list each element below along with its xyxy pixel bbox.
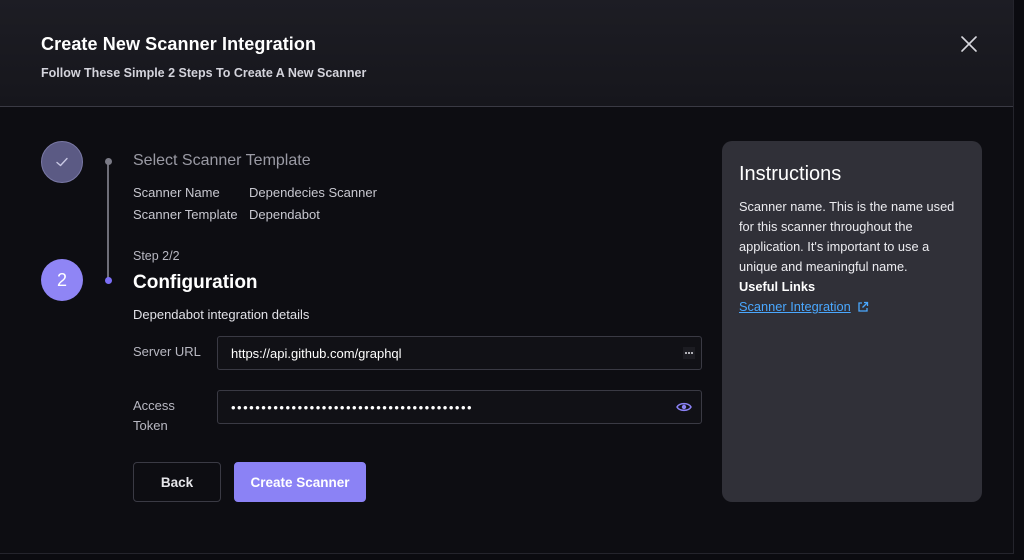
summary-row-scanner-name: Scanner Name Dependecies Scanner (133, 185, 377, 200)
more-options-icon[interactable] (683, 347, 695, 359)
step1-indicator (41, 141, 83, 183)
back-button[interactable]: Back (133, 462, 221, 502)
show-password-icon[interactable] (676, 400, 692, 414)
server-url-label: Server URL (133, 344, 201, 359)
summary-key: Scanner Name (133, 185, 220, 200)
access-token-label: Access Token (133, 398, 175, 433)
server-url-field-wrapper (217, 336, 702, 370)
create-scanner-modal: Create New Scanner Integration Follow Th… (0, 0, 1014, 554)
summary-row-scanner-template: Scanner Template Dependabot (133, 207, 320, 222)
create-scanner-button[interactable]: Create Scanner (234, 462, 366, 502)
summary-value: Dependabot (249, 207, 320, 222)
stepper-dot-step1 (104, 158, 112, 165)
modal-title: Create New Scanner Integration (41, 34, 317, 54)
close-button[interactable] (958, 33, 980, 55)
check-icon (56, 157, 68, 167)
stepper-dot-step2 (104, 277, 112, 284)
modal-subtitle: Follow These Simple 2 Steps To Create A … (41, 66, 367, 80)
modal-header: Create New Scanner Integration Follow Th… (0, 0, 1013, 107)
stepper-connector (107, 161, 109, 281)
useful-links-title: Useful Links (739, 279, 816, 294)
configuration-title: Configuration (133, 272, 258, 293)
link-label: Scanner Integration (739, 299, 851, 314)
summary-value: Dependecies Scanner (249, 185, 377, 200)
server-url-input[interactable] (231, 345, 661, 361)
instructions-text: Scanner name. This is the name used for … (739, 199, 955, 274)
access-token-input[interactable] (231, 399, 661, 415)
instructions-panel: Instructions Scanner name. This is the n… (722, 141, 982, 502)
access-token-field-wrapper (217, 390, 702, 424)
step1-title: Select Scanner Template (133, 152, 311, 169)
step-count: Step 2/2 (133, 249, 180, 263)
integration-details-text: Dependabot integration details (133, 307, 310, 322)
external-link-icon (858, 301, 868, 312)
close-icon (961, 36, 977, 52)
scanner-integration-link[interactable]: Scanner Integration (739, 297, 869, 317)
step2-indicator: 2 (41, 259, 83, 301)
instructions-title: Instructions (739, 163, 842, 185)
summary-key: Scanner Template (133, 207, 238, 222)
